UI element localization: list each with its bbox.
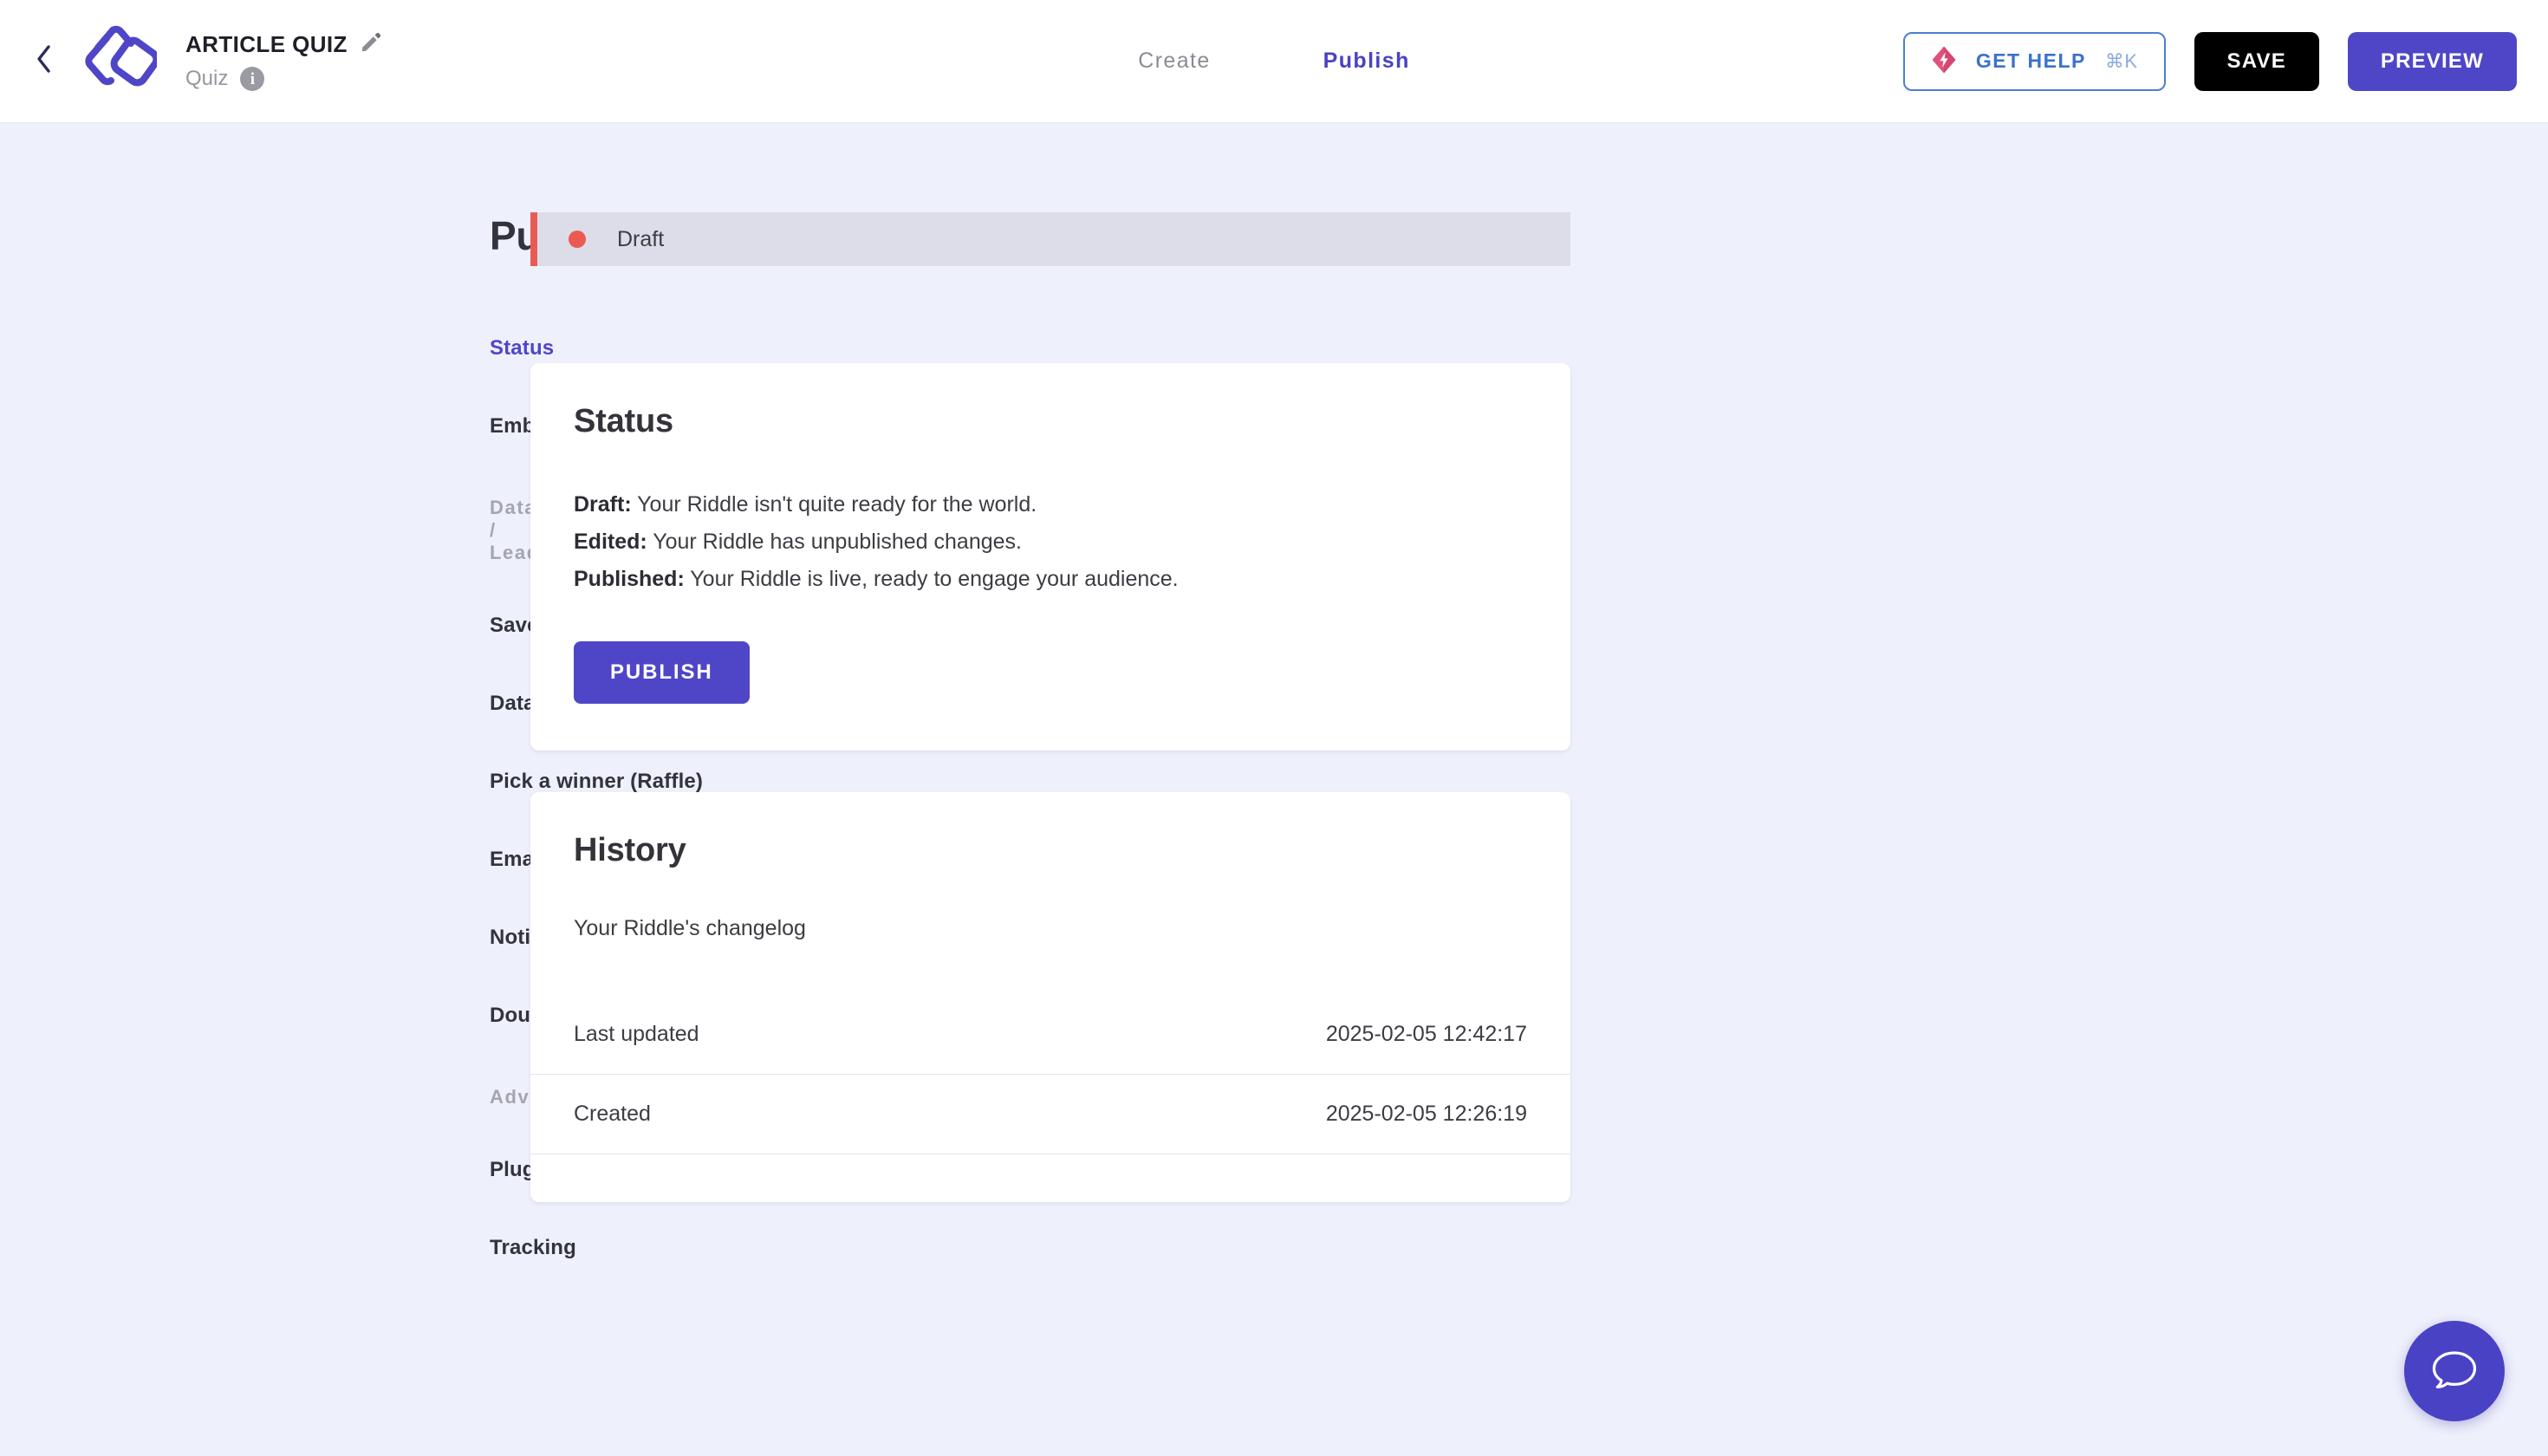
sidebar-item-save-and-connect-data[interactable]: Save and connect data xyxy=(490,614,718,638)
save-button[interactable]: SAVE xyxy=(2194,31,2319,91)
sidebar-item-status[interactable]: Status xyxy=(490,336,554,361)
main-content: Draft Status Draft: Your Riddle isn't qu… xyxy=(530,212,1570,1202)
status-dot-icon xyxy=(569,231,586,248)
chat-support-button[interactable] xyxy=(2404,1321,2505,1421)
table-row: Last updated 2025-02-05 12:42:17 xyxy=(530,994,1570,1074)
back-button[interactable] xyxy=(24,42,64,81)
tab-create[interactable]: Create xyxy=(1138,49,1210,74)
document-type-label: Quiz xyxy=(185,67,229,90)
status-line-published: Published: Your Riddle is live, ready to… xyxy=(574,561,1527,598)
status-banner-label: Draft xyxy=(617,226,665,251)
sidebar-item-double-opt-in[interactable]: Double opt-in (GDPR) xyxy=(490,1004,705,1028)
status-line-edited: Edited: Your Riddle has unpublished chan… xyxy=(574,523,1527,561)
chat-bubble-icon xyxy=(2429,1346,2480,1397)
status-card: Status Draft: Your Riddle isn't quite re… xyxy=(530,363,1570,751)
status-card-title: Status xyxy=(574,403,673,439)
history-row-label: Created xyxy=(574,1102,651,1126)
page-title: ARTICLE QUIZ xyxy=(185,31,348,57)
sidebar-item-data-layer[interactable]: Data layer xyxy=(490,692,590,716)
topbar-actions: GET HELP ⌘K SAVE PREVIEW xyxy=(1902,31,2517,91)
sidebar-heading: Publish xyxy=(490,212,632,259)
status-line-draft-desc: Your Riddle isn't quite ready for the wo… xyxy=(631,492,1037,517)
sidebar-item-pick-a-winner[interactable]: Pick a winner (Raffle) xyxy=(490,770,703,794)
main-nav-tabs: Create Publish xyxy=(1138,49,1410,74)
top-bar: ARTICLE QUIZ Quiz i Create Publish GET H… xyxy=(0,0,2548,123)
sidebar-group-advanced: Advanced xyxy=(490,1086,590,1108)
sidebar-item-embed-landing-page[interactable]: Embed / Landing page xyxy=(490,414,714,439)
sidebar-item-notification[interactable]: Notification xyxy=(490,926,606,950)
status-line-edited-desc: Your Riddle has unpublished changes. xyxy=(647,530,1022,554)
preview-button[interactable]: PREVIEW xyxy=(2347,31,2517,91)
page-body: Publish Status Embed / Landing page Data… xyxy=(0,123,2548,1314)
history-card-title: History xyxy=(574,832,686,868)
history-subtitle: Your Riddle's changelog xyxy=(574,916,806,940)
pencil-icon[interactable] xyxy=(360,31,382,58)
status-line-edited-term: Edited: xyxy=(574,530,647,554)
status-line-draft: Draft: Your Riddle isn't quite ready for… xyxy=(574,486,1527,523)
history-table: Last updated 2025-02-05 12:42:17 Created… xyxy=(530,994,1570,1202)
riddle-logo-icon[interactable] xyxy=(71,20,163,103)
sidebar-nav: Status Embed / Landing page Data / Leads… xyxy=(490,336,718,1314)
table-row: Created 2025-02-05 12:26:19 xyxy=(530,1074,1570,1154)
get-help-button[interactable]: GET HELP ⌘K xyxy=(1902,31,2166,91)
chevron-left-icon xyxy=(35,44,54,78)
lightning-diamond-icon xyxy=(1931,45,1957,77)
title-row: ARTICLE QUIZ xyxy=(185,31,382,58)
sidebar-item-plugins[interactable]: Plugins xyxy=(490,1158,566,1182)
history-row-value: 2025-02-05 12:42:17 xyxy=(1325,1021,1527,1046)
history-row-value: 2025-02-05 12:26:19 xyxy=(1325,1102,1527,1126)
status-badge: Draft xyxy=(530,212,1570,266)
get-help-label: GET HELP xyxy=(1975,49,2086,72)
tab-publish[interactable]: Publish xyxy=(1323,49,1410,74)
subtitle-row: Quiz i xyxy=(185,67,382,91)
sidebar: Publish Status Embed / Landing page Data… xyxy=(0,212,718,1314)
history-row-label: Last updated xyxy=(574,1021,699,1046)
sidebar-group-data-leads: Data / Leads xyxy=(490,497,552,563)
get-help-shortcut: ⌘K xyxy=(2104,49,2138,72)
document-title-block: ARTICLE QUIZ Quiz i xyxy=(185,31,382,91)
publish-button[interactable]: PUBLISH xyxy=(574,641,750,704)
history-card: History Your Riddle's changelog Last upd… xyxy=(530,792,1570,1202)
status-line-published-desc: Your Riddle is live, ready to engage you… xyxy=(684,567,1179,591)
sidebar-item-email-automation[interactable]: Email automation xyxy=(490,848,665,872)
status-line-published-term: Published: xyxy=(574,567,685,591)
table-row-empty xyxy=(530,1154,1570,1202)
status-description-list: Draft: Your Riddle isn't quite ready for… xyxy=(574,486,1527,598)
sidebar-item-tracking[interactable]: Tracking xyxy=(490,1236,576,1260)
info-icon[interactable]: i xyxy=(240,67,265,91)
status-line-draft-term: Draft: xyxy=(574,492,632,517)
